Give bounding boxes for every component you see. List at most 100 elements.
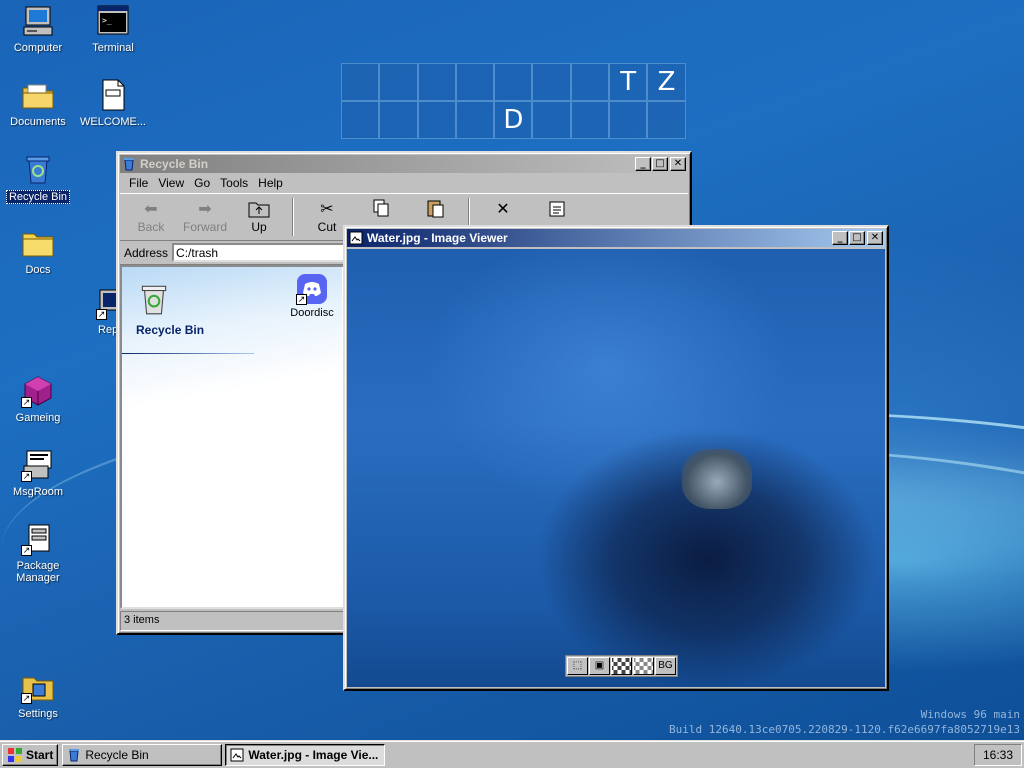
system-tray-clock[interactable]: 16:33 [974, 743, 1022, 766]
up-label: Up [251, 220, 267, 234]
gorilla-face [682, 449, 752, 509]
viewer-toolbar: ⬚ ▣ BG [565, 655, 678, 677]
desktop-icon-computer[interactable]: Computer [0, 4, 76, 54]
start-button[interactable]: Start [2, 743, 59, 766]
minimize-button[interactable]: _ [635, 157, 651, 171]
menu-help[interactable]: Help [253, 176, 288, 190]
grid-cell[interactable]: Z [647, 63, 686, 101]
maximize-button[interactable]: □ [849, 231, 865, 245]
cube-game-icon: ↗ [21, 374, 55, 408]
desktop-icon-package-manager[interactable]: ↗ Package Manager [0, 522, 76, 584]
folder-icon [21, 226, 55, 260]
icon-label: Gameing [15, 412, 61, 424]
scissors-icon: ✂ [320, 199, 334, 218]
address-label: Address [124, 245, 169, 260]
image-viewer-window[interactable]: Water.jpg - Image Viewer _ □ ✕ ⬚ ▣ BG [343, 225, 889, 691]
grid-cell[interactable] [570, 101, 610, 139]
shortcut-arrow-icon: ↗ [21, 545, 32, 556]
paste-button[interactable] [408, 198, 462, 220]
window-title: Recycle Bin [140, 157, 209, 171]
copy-button[interactable] [354, 198, 408, 220]
grid-cell[interactable] [570, 63, 610, 101]
arrow-left-icon: ⬅ [144, 199, 158, 218]
image-file-icon [230, 748, 244, 762]
fit-to-window-button[interactable]: ⬚ [567, 657, 588, 675]
msgroom-icon: ↗ [21, 448, 55, 482]
maximize-button[interactable]: □ [652, 157, 668, 171]
window-titlebar[interactable]: Water.jpg - Image Viewer _ □ ✕ [347, 229, 885, 247]
menu-go[interactable]: Go [189, 176, 215, 190]
menu-file[interactable]: File [124, 176, 153, 190]
menu-view[interactable]: View [153, 176, 189, 190]
file-item[interactable]: ↗ Doordisc [282, 273, 342, 319]
svg-text:>_: >_ [102, 16, 112, 25]
recycle-bin-icon [122, 157, 136, 171]
desktop-icon-gameing[interactable]: ↗ Gameing [0, 374, 76, 424]
taskbar-item-label: Recycle Bin [85, 747, 149, 762]
discord-icon: ↗ [296, 273, 328, 305]
windows-logo-icon [7, 747, 23, 763]
file-item-label: Doordisc [290, 307, 334, 319]
image-canvas[interactable]: ⬚ ▣ BG [347, 249, 885, 687]
shortcut-arrow-icon: ↗ [21, 471, 32, 482]
actual-size-button[interactable]: ▣ [589, 657, 610, 675]
grid-cell[interactable] [455, 101, 495, 139]
word-grid-widget[interactable]: T Z D [341, 63, 686, 163]
icon-label: Settings [18, 708, 58, 720]
panel-title: Recycle Bin [136, 323, 205, 337]
delete-button[interactable]: ✕ [476, 198, 530, 220]
grid-cell[interactable]: D [494, 101, 533, 139]
taskbar-item-image-viewer[interactable]: Water.jpg - Image Vie... [225, 743, 386, 766]
up-button[interactable]: Up [232, 198, 286, 234]
grid-cell[interactable] [532, 63, 571, 101]
grid-cell[interactable] [341, 63, 380, 101]
grid-cell[interactable] [417, 63, 456, 101]
arrow-right-icon: ➡ [198, 199, 212, 218]
panel-divider [122, 353, 254, 354]
close-button[interactable]: ✕ [670, 157, 686, 171]
checkerboard-dark-button[interactable] [611, 657, 632, 675]
taskbar-item-recycle-bin[interactable]: Recycle Bin [62, 743, 223, 766]
recycle-bin-icon [21, 152, 55, 186]
desktop-icon-msgroom[interactable]: ↗ MsgRoom [0, 448, 76, 498]
window-title: Water.jpg - Image Viewer [367, 231, 508, 245]
grid-cell[interactable] [494, 63, 533, 101]
properties-icon [530, 198, 584, 220]
minimize-button[interactable]: _ [832, 231, 848, 245]
back-button[interactable]: ⬅ Back [124, 198, 178, 234]
desktop-icon-recycle-bin[interactable]: Recycle Bin [0, 152, 76, 204]
icon-label: Terminal [92, 42, 134, 54]
properties-button[interactable] [530, 198, 584, 220]
grid-cell[interactable] [379, 101, 418, 139]
grid-cell[interactable] [379, 63, 418, 101]
grid-cell[interactable] [647, 101, 686, 139]
grid-cell[interactable] [341, 101, 380, 139]
shortcut-arrow-icon: ↗ [21, 693, 32, 704]
folder-documents-icon [21, 78, 55, 112]
forward-label: Forward [182, 220, 227, 234]
grid-cell[interactable] [532, 101, 571, 139]
window-titlebar[interactable]: Recycle Bin _ □ ✕ [120, 155, 688, 173]
desktop-icon-settings[interactable]: ↗ Settings [0, 670, 76, 720]
shortcut-arrow-icon: ↗ [296, 294, 307, 305]
status-text: 3 items [124, 614, 160, 626]
build-watermark-title: Windows 96 main [920, 708, 1020, 721]
grid-cell[interactable] [609, 101, 648, 139]
image-file-icon [349, 231, 363, 245]
desktop-icon-documents[interactable]: Documents [0, 78, 76, 128]
icon-label: Computer [13, 42, 63, 54]
icon-label: Documents [10, 116, 66, 128]
background-button[interactable]: BG [655, 657, 676, 675]
icon-label: Docs [25, 264, 51, 276]
panel-recycle-bin-icon [136, 281, 172, 320]
menu-tools[interactable]: Tools [215, 176, 253, 190]
desktop-icon-welcome[interactable]: WELCOME... [75, 78, 151, 128]
grid-cell[interactable] [417, 101, 456, 139]
grid-cell[interactable]: T [609, 63, 648, 101]
desktop-icon-docs[interactable]: Docs [0, 226, 76, 276]
close-button[interactable]: ✕ [867, 231, 883, 245]
checkerboard-light-button[interactable] [633, 657, 654, 675]
forward-button[interactable]: ➡ Forward [178, 198, 232, 234]
desktop-icon-terminal[interactable]: >_ Terminal [75, 4, 151, 54]
grid-cell[interactable] [455, 63, 495, 101]
